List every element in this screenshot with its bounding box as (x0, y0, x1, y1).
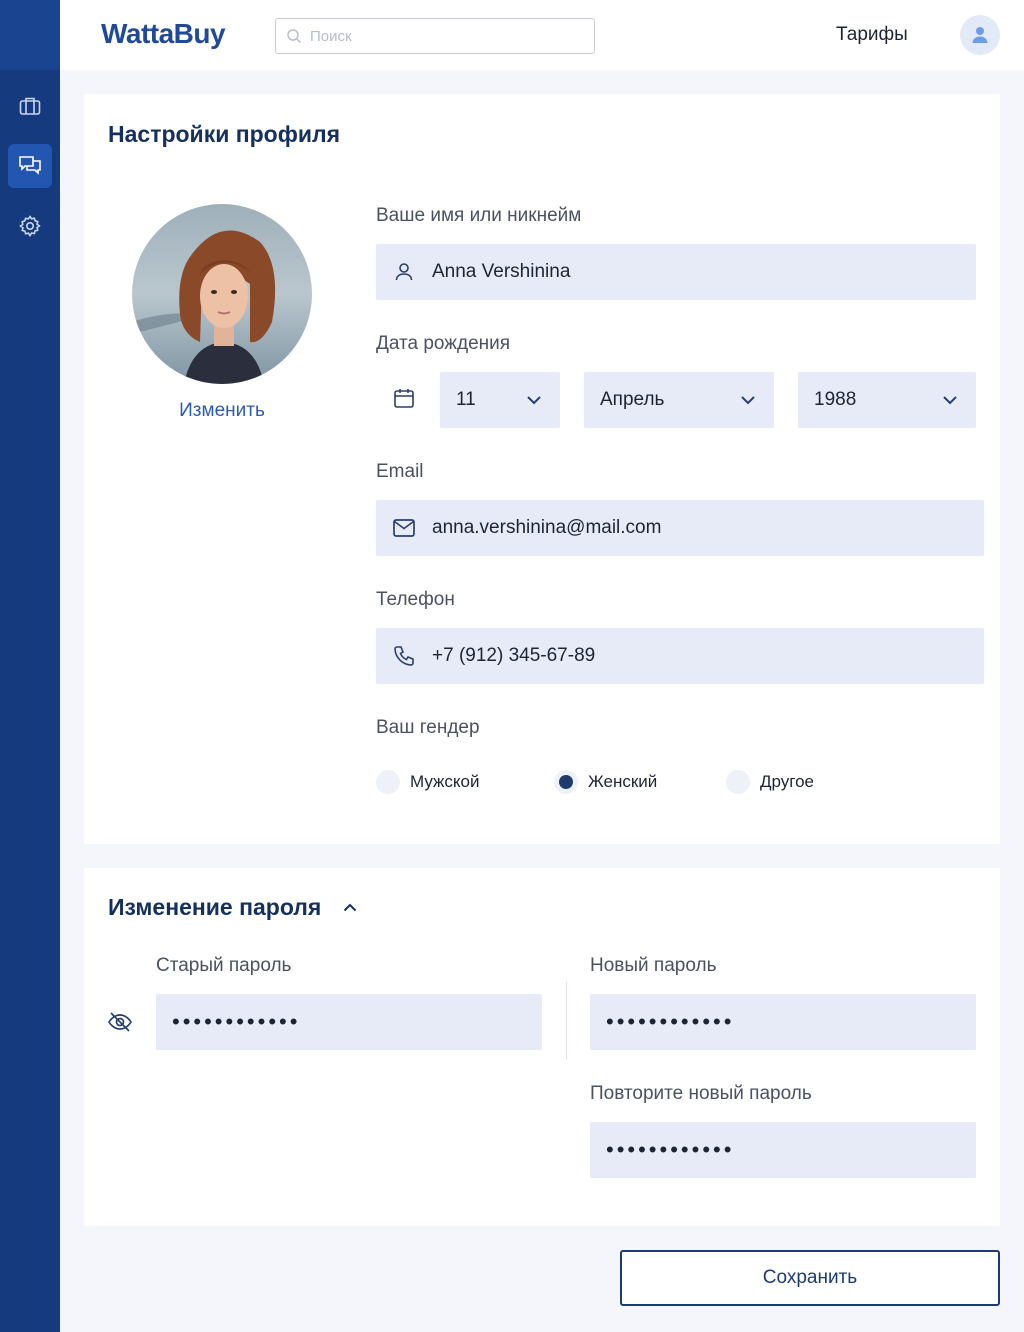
save-button[interactable]: Сохранить (620, 1250, 1000, 1306)
birth-day-select[interactable]: 11 (440, 372, 560, 428)
chevron-down-icon (943, 396, 957, 405)
radio-button[interactable] (726, 770, 750, 794)
user-outline-icon (376, 261, 432, 283)
password-title: Изменение пароля (108, 894, 322, 920)
repeat-password-input[interactable]: •••••••••••• (590, 1122, 976, 1178)
gender-option-other[interactable]: Другое (726, 770, 814, 794)
gender-option-male[interactable]: Мужской (376, 770, 554, 794)
old-password-input[interactable]: •••••••••••• (156, 994, 542, 1050)
old-password-label: Старый пароль (156, 955, 292, 976)
birth-year-select[interactable]: 1988 (798, 372, 976, 428)
birth-label: Дата рождения (376, 333, 511, 354)
birth-day-value: 11 (456, 389, 476, 410)
sidebar-item-messages[interactable] (8, 144, 52, 188)
calendar-icon (392, 386, 416, 415)
profile-title: Настройки профиля (108, 121, 341, 147)
birth-month-value: Апрель (600, 389, 665, 410)
password-change-card: Изменение пароля Старый пароль •••••••••… (84, 868, 1000, 1226)
name-label: Ваше имя или никнейм (376, 205, 582, 226)
chevron-down-icon (741, 396, 755, 405)
gear-icon (19, 215, 41, 237)
user-avatar[interactable] (960, 15, 1000, 55)
gender-option-label: Мужской (410, 772, 480, 791)
repeat-password-label: Повторите новый пароль (590, 1083, 812, 1104)
sidebar-header (0, 0, 60, 70)
chevron-up-icon (344, 903, 357, 912)
chevron-down-icon (527, 396, 541, 405)
logo[interactable]: WattaBuy (101, 18, 226, 50)
user-icon (972, 27, 988, 43)
new-password-label: Новый пароль (590, 955, 717, 976)
phone-field[interactable]: +7 (912) 345-67-89 (376, 628, 984, 684)
briefcase-icon (19, 97, 41, 115)
phone-value: +7 (912) 345-67-89 (432, 645, 596, 666)
email-field[interactable]: anna.vershinina@mail.com (376, 500, 984, 556)
new-password-input[interactable]: •••••••••••• (590, 994, 976, 1050)
email-label: Email (376, 461, 424, 482)
gender-option-label: Другое (760, 772, 815, 791)
radio-button-checked[interactable] (554, 770, 578, 794)
phone-label: Телефон (376, 589, 455, 610)
top-bar: WattaBuy Тарифы (60, 0, 1024, 70)
eye-off-icon[interactable] (107, 1010, 133, 1039)
search-icon (287, 29, 302, 44)
sidebar (0, 0, 60, 1332)
portrait-image (132, 204, 312, 384)
name-field[interactable]: Anna Vershinina (376, 244, 976, 300)
gender-option-female[interactable]: Женский (554, 770, 726, 794)
birth-month-select[interactable]: Апрель (584, 372, 774, 428)
gender-option-label: Женский (588, 772, 658, 791)
name-value: Anna Vershinina (432, 261, 571, 282)
password-divider (566, 982, 567, 1060)
profile-photo[interactable] (132, 204, 312, 384)
gender-label: Ваш гендер (376, 717, 480, 738)
change-photo-link[interactable]: Изменить (132, 400, 312, 422)
chat-icon (19, 156, 41, 175)
email-value: anna.vershinina@mail.com (432, 517, 662, 538)
radio-button[interactable] (376, 770, 400, 794)
phone-icon (376, 644, 432, 668)
tariffs-link[interactable]: Тарифы (836, 24, 908, 46)
search-box[interactable] (275, 18, 595, 54)
password-section-toggle[interactable]: Изменение пароля (108, 894, 357, 921)
search-input[interactable] (310, 27, 590, 45)
gender-radio-group: Мужской Женский Другое (376, 770, 814, 794)
mail-icon (376, 518, 432, 538)
profile-settings-card: Настройки профиля Изменить Ваше имя или … (84, 94, 1000, 844)
birth-year-value: 1988 (814, 389, 857, 410)
sidebar-item-catalog[interactable] (8, 84, 52, 128)
sidebar-item-settings[interactable] (8, 204, 52, 248)
